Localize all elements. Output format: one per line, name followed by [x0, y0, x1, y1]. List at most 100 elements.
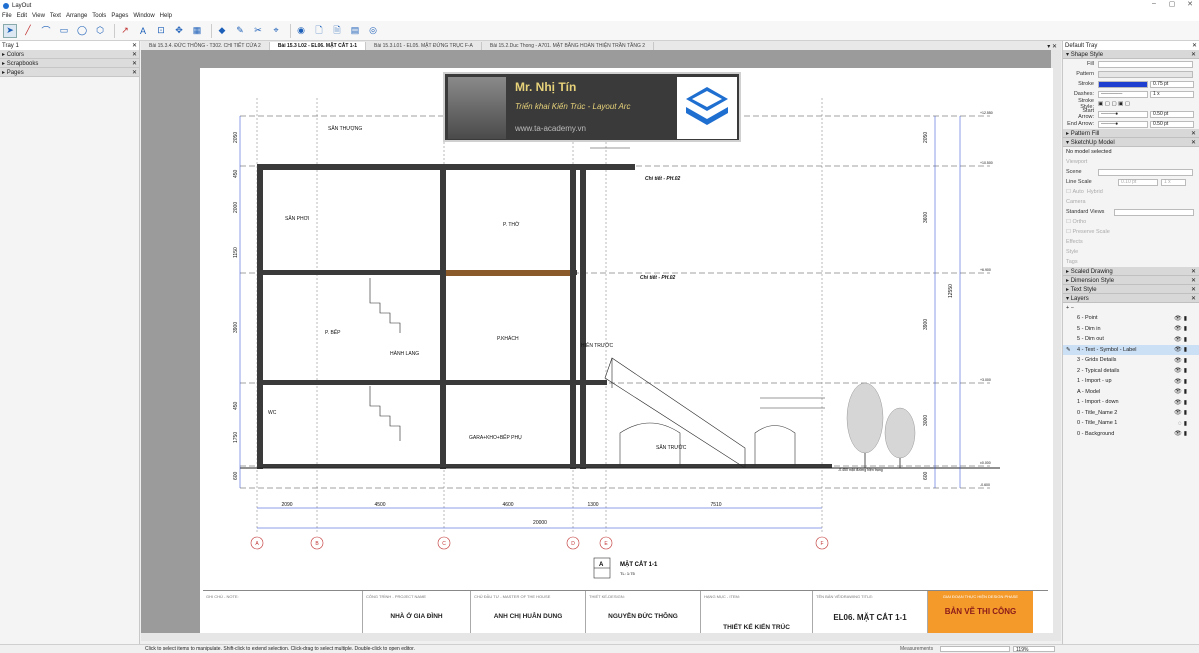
offset-tool-icon[interactable]: ↗: [118, 24, 132, 38]
tray-section-pages[interactable]: ▸ Pages ✕: [0, 68, 139, 77]
layers-header[interactable]: ▾ Layers ✕: [1063, 294, 1199, 303]
minimize-button[interactable]: –: [1145, 0, 1163, 8]
close-icon[interactable]: ✕: [1191, 139, 1196, 146]
layer-item[interactable]: 0 - Title_Name 1 ◌▮: [1063, 418, 1199, 429]
dimension-tool-icon[interactable]: ✥: [172, 24, 186, 38]
eye-lock-icon[interactable]: 👁▮: [1174, 336, 1189, 343]
close-icon[interactable]: ✕: [1191, 286, 1196, 293]
style-row[interactable]: Style: [1063, 247, 1199, 257]
pattern-fill-header[interactable]: ▸ Pattern Fill ✕: [1063, 129, 1199, 138]
eye-lock-icon[interactable]: 👁▮: [1174, 325, 1189, 332]
tray-section-scrapbooks[interactable]: ▸ Scrapbooks ✕: [0, 59, 139, 68]
eye-lock-icon[interactable]: 👁▮: [1174, 409, 1189, 416]
menu-file[interactable]: File: [2, 13, 12, 19]
effects-row[interactable]: Effects: [1063, 237, 1199, 247]
start-arrow-select[interactable]: ────●: [1098, 110, 1148, 118]
menu-edit[interactable]: Edit: [17, 13, 27, 19]
stroke-swatch[interactable]: [1098, 80, 1148, 88]
close-icon[interactable]: ✕: [1191, 51, 1196, 58]
line-tool-icon[interactable]: ╱: [21, 24, 35, 38]
horizontal-scrollbar[interactable]: [141, 633, 1051, 641]
start-arrow-size[interactable]: 0.50 pt: [1150, 110, 1194, 118]
add-layer-icon[interactable]: +: [1066, 305, 1069, 311]
eye-lock-icon[interactable]: 👁▮: [1174, 346, 1189, 353]
menu-tools[interactable]: Tools: [92, 13, 106, 19]
label-tool-icon[interactable]: ⊡: [154, 24, 168, 38]
close-icon[interactable]: ✕: [1191, 295, 1196, 302]
eye-lock-icon[interactable]: 👁▮: [1174, 357, 1189, 364]
layer-item[interactable]: 0 - Title_Name 2 👁▮: [1063, 408, 1199, 419]
pattern-swatch[interactable]: [1098, 70, 1193, 78]
doc-tab[interactable]: Bài 15.3.4. ĐỨC THÔNG - T302. CHI TIẾT C…: [141, 42, 270, 50]
checkbox-icon[interactable]: ☐: [1066, 189, 1071, 195]
scrapbook-tool-icon[interactable]: ◉: [294, 24, 308, 38]
scene-select[interactable]: [1098, 168, 1193, 176]
text-tool-icon[interactable]: A: [136, 24, 150, 38]
layer-item[interactable]: 3 - Grids Details 👁▮: [1063, 355, 1199, 366]
shape-style-header[interactable]: ▾ Shape Style ✕: [1063, 50, 1199, 59]
layer-item-active[interactable]: ✎ 4 - Text - Symbol - Label 👁▮: [1063, 344, 1199, 355]
layer-item[interactable]: 1 - Import - up 👁▮: [1063, 376, 1199, 387]
close-tabs-icon[interactable]: ▾ ✕: [1047, 43, 1061, 50]
end-arrow-size[interactable]: 0.50 pt: [1150, 120, 1194, 128]
checkbox-icon[interactable]: ☐: [1066, 229, 1071, 235]
scaled-drawing-header[interactable]: ▸ Scaled Drawing ✕: [1063, 267, 1199, 276]
remove-layer-icon[interactable]: −: [1071, 305, 1074, 311]
layer-item[interactable]: 6 - Point 👁▮: [1063, 313, 1199, 324]
polygon-tool-icon[interactable]: ⬡: [93, 24, 107, 38]
render-mode[interactable]: Hybrid: [1087, 189, 1103, 195]
tags-row[interactable]: Tags: [1063, 257, 1199, 267]
rectangle-tool-icon[interactable]: ▭: [57, 24, 71, 38]
menu-pages[interactable]: Pages: [111, 13, 128, 19]
dimension-style-header[interactable]: ▸ Dimension Style ✕: [1063, 276, 1199, 285]
close-icon[interactable]: ✕: [1191, 277, 1196, 284]
eye-lock-icon[interactable]: 👁▮: [1174, 399, 1189, 406]
layer-item[interactable]: 0 - Background 👁▮: [1063, 429, 1199, 440]
layer-item[interactable]: 5 - Dim in 👁▮: [1063, 324, 1199, 335]
menu-view[interactable]: View: [32, 13, 45, 19]
select-tool-icon[interactable]: ➤: [3, 23, 17, 38]
close-icon[interactable]: ✕: [1191, 268, 1196, 275]
layer-item[interactable]: A - Model 👁▮: [1063, 387, 1199, 398]
line-scale-mult[interactable]: 1 x: [1161, 178, 1186, 186]
close-icon[interactable]: ✕: [132, 51, 137, 58]
split-tool-icon[interactable]: ✂: [251, 24, 265, 38]
zoom-select[interactable]: 119%: [1013, 645, 1055, 653]
circle-tool-icon[interactable]: ◯: [75, 24, 89, 38]
standard-views-select[interactable]: [1114, 208, 1194, 216]
dashes-select[interactable]: ──────: [1098, 90, 1148, 98]
end-arrow-select[interactable]: ────●: [1098, 120, 1148, 128]
duplicate-page-icon[interactable]: 🗎: [330, 24, 344, 38]
close-icon[interactable]: ✕: [132, 60, 137, 67]
fill-swatch[interactable]: [1098, 60, 1193, 68]
arc-tool-icon[interactable]: ⌒: [39, 24, 53, 38]
close-icon[interactable]: ✕: [1192, 42, 1197, 49]
stroke-style-buttons-icon[interactable]: ▣ ▢ ▢ ▣ ▢: [1098, 101, 1130, 107]
tray-section-colors[interactable]: ▸ Colors ✕: [0, 50, 139, 59]
close-button[interactable]: ✕: [1181, 0, 1199, 8]
eye-lock-icon[interactable]: 👁▮: [1174, 388, 1189, 395]
menu-window[interactable]: Window: [133, 13, 154, 19]
layer-item[interactable]: 1 - Import - down 👁▮: [1063, 397, 1199, 408]
close-icon[interactable]: ✕: [132, 69, 137, 76]
close-icon[interactable]: ✕: [1191, 130, 1196, 137]
eye-hidden-lock-icon[interactable]: ◌▮: [1178, 420, 1189, 427]
menu-text[interactable]: Text: [50, 13, 61, 19]
close-icon[interactable]: ✕: [132, 42, 137, 49]
menu-arrange[interactable]: Arrange: [66, 13, 87, 19]
document-page[interactable]: SÂN THƯỢNG SÂN PHƠI P. THỜ P. BẾP HÀNH L…: [200, 68, 1053, 633]
eye-lock-icon[interactable]: 👁▮: [1174, 378, 1189, 385]
layer-item[interactable]: 2 - Typical details 👁▮: [1063, 366, 1199, 377]
doc-tab[interactable]: Bài 15.2.Duc Thong - A701. MẶT BẰNG HOÀN…: [482, 42, 655, 50]
eye-lock-icon[interactable]: 👁▮: [1174, 430, 1189, 437]
maximize-button[interactable]: ▢: [1163, 0, 1181, 8]
layer-item[interactable]: 5 - Dim out 👁▮: [1063, 334, 1199, 345]
menu-help[interactable]: Help: [160, 13, 172, 19]
line-scale-field[interactable]: 0.10 pt: [1118, 178, 1158, 186]
dash-scale-select[interactable]: 1 x: [1150, 90, 1194, 98]
checkbox-icon[interactable]: ☐: [1066, 219, 1071, 225]
join-tool-icon[interactable]: ⌖: [269, 24, 283, 38]
doc-tab[interactable]: Bài 15.3.L01 - EL05. MẶT ĐỨNG TRỤC F-A: [366, 42, 482, 50]
add-page-icon[interactable]: 🗋: [312, 24, 326, 38]
style-tool-icon[interactable]: ✎: [233, 24, 247, 38]
